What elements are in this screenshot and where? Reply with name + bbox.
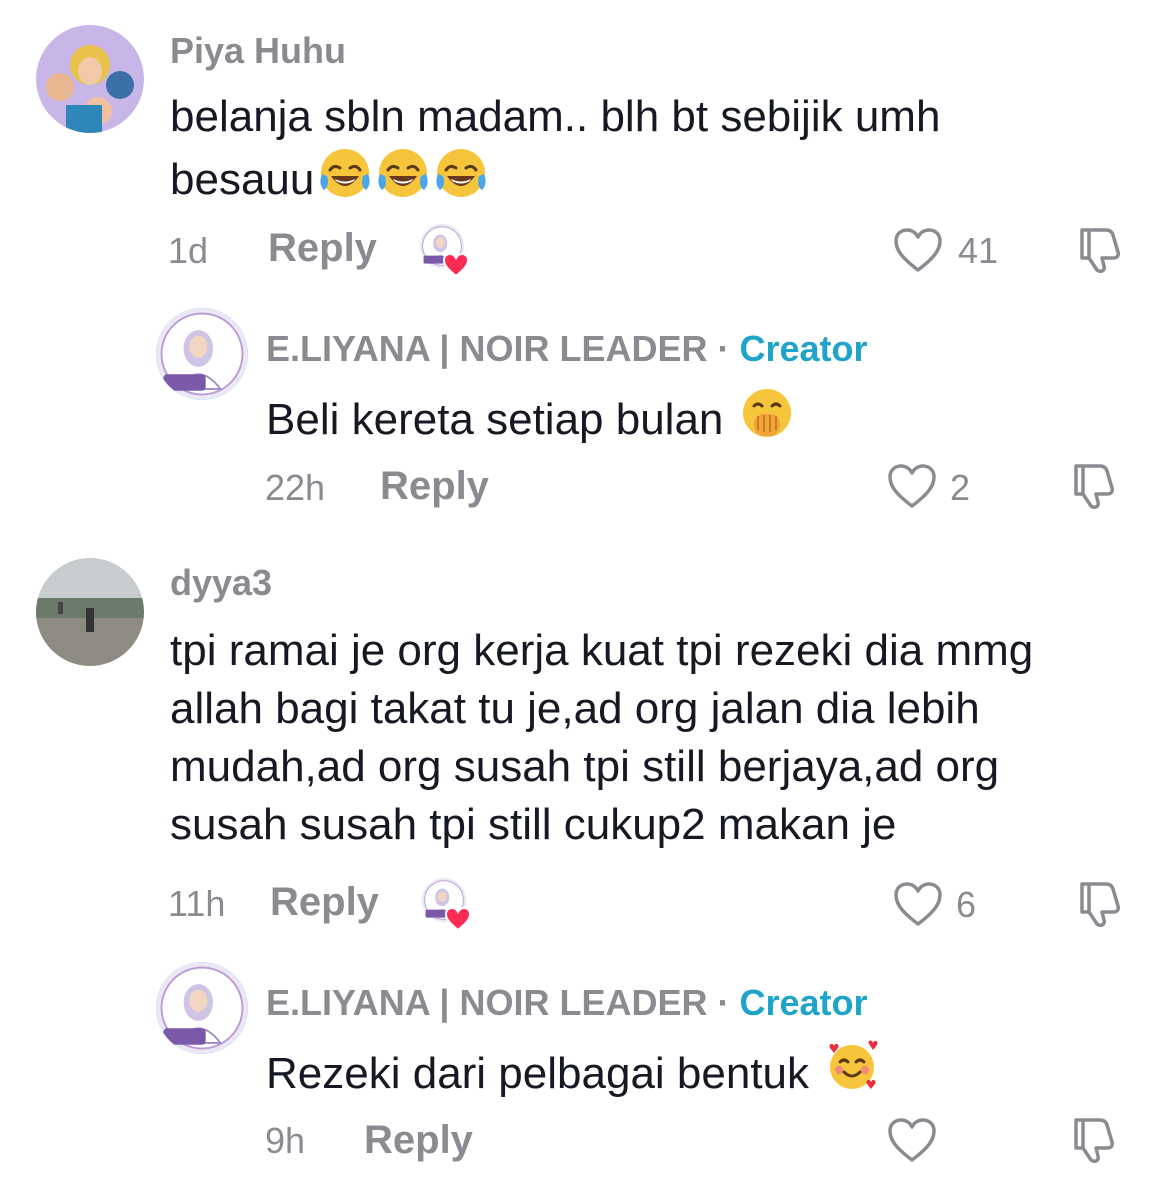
dislike-icon[interactable] bbox=[1066, 1114, 1118, 1166]
user-avatar[interactable] bbox=[36, 558, 144, 666]
like-count: 41 bbox=[958, 230, 999, 271]
reply-button[interactable]: Reply bbox=[270, 880, 379, 925]
reply-button[interactable]: Reply bbox=[380, 464, 489, 509]
comment-text-line: susah susah tpi still cukup2 makan je bbox=[170, 800, 897, 849]
dislike-icon[interactable] bbox=[1072, 224, 1124, 276]
liked-by-creator-badge bbox=[420, 224, 474, 278]
creator-avatar[interactable] bbox=[156, 308, 248, 400]
face-with-hand-over-mouth-icon bbox=[740, 386, 794, 440]
creator-avatar[interactable] bbox=[156, 962, 248, 1054]
comment-text: Beli kereta setiap bulan bbox=[266, 386, 794, 449]
separator: · bbox=[717, 982, 730, 1023]
comment-text-line: belanja sbln madam.. blh bt sebijik umh bbox=[170, 92, 941, 141]
like-count: 6 bbox=[956, 884, 977, 925]
username[interactable]: E.LIYANA | NOIR LEADER bbox=[266, 982, 707, 1023]
timestamp: 9h bbox=[265, 1120, 306, 1161]
reply-button[interactable]: Reply bbox=[268, 226, 377, 271]
timestamp: 11h bbox=[168, 883, 226, 924]
creator-username-line: E.LIYANA | NOIR LEADER · Creator bbox=[266, 982, 868, 1024]
comment-text-line: mudah,ad org susah tpi still berjaya,ad … bbox=[170, 742, 1000, 791]
like-heart-icon[interactable] bbox=[892, 880, 944, 928]
user-avatar[interactable] bbox=[36, 25, 144, 133]
liked-by-creator-badge bbox=[422, 878, 476, 932]
username[interactable]: Piya Huhu bbox=[170, 30, 346, 72]
comment-text: belanja sbln madam.. blh bt sebijik umh … bbox=[170, 88, 1130, 209]
comment-text-line: Rezeki dari pelbagai bentuk bbox=[266, 1049, 810, 1098]
creator-badge: Creator bbox=[739, 982, 868, 1023]
creator-badge: Creator bbox=[739, 328, 868, 369]
face-with-tears-of-joy-icon bbox=[376, 146, 430, 200]
like-heart-icon[interactable] bbox=[886, 1116, 938, 1164]
comment-text-line: tpi ramai je org kerja kuat tpi rezeki d… bbox=[170, 626, 1034, 675]
reply-button[interactable]: Reply bbox=[364, 1118, 473, 1163]
comment-text: Rezeki dari pelbagai bentuk bbox=[266, 1040, 879, 1103]
face-with-tears-of-joy-icon bbox=[434, 146, 488, 200]
like-heart-icon[interactable] bbox=[886, 462, 938, 510]
dislike-icon[interactable] bbox=[1066, 460, 1118, 512]
comment-text-line: besauu bbox=[170, 155, 315, 204]
face-with-tears-of-joy-icon bbox=[318, 146, 372, 200]
comment-text-line-with-emoji: besauu bbox=[170, 146, 1130, 209]
username[interactable]: dyya3 bbox=[170, 562, 272, 604]
smiling-face-with-hearts-icon bbox=[825, 1040, 879, 1094]
comment-text-line: Beli kereta setiap bulan bbox=[266, 395, 724, 444]
timestamp: 22h bbox=[265, 467, 326, 508]
like-count: 2 bbox=[950, 467, 971, 508]
timestamp: 1d bbox=[168, 230, 209, 271]
dislike-icon[interactable] bbox=[1072, 878, 1124, 930]
comment-text-line: allah bagi takat tu je,ad org jalan dia … bbox=[170, 684, 980, 733]
like-heart-icon[interactable] bbox=[892, 226, 944, 274]
username[interactable]: E.LIYANA | NOIR LEADER bbox=[266, 328, 707, 369]
creator-username-line: E.LIYANA | NOIR LEADER · Creator bbox=[266, 328, 868, 370]
separator: · bbox=[717, 328, 730, 369]
comment-text: tpi ramai je org kerja kuat tpi rezeki d… bbox=[170, 622, 1150, 854]
